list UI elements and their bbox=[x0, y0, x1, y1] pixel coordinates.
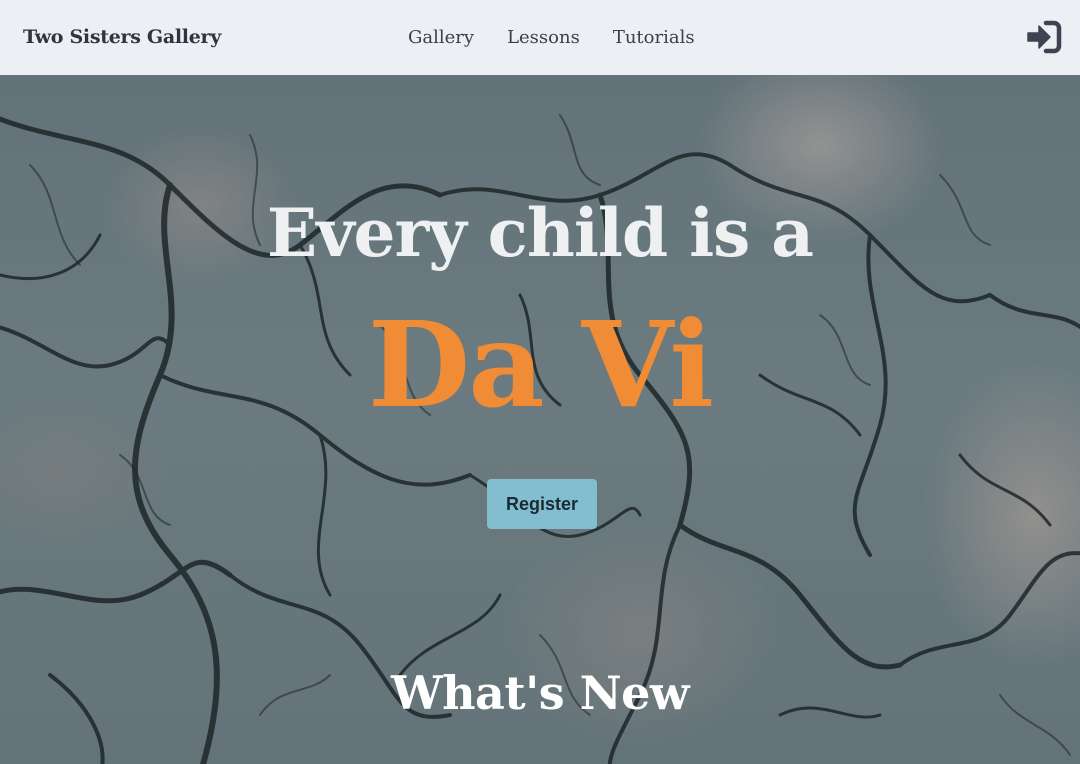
brand-title[interactable]: Two Sisters Gallery bbox=[23, 0, 221, 75]
register-button[interactable]: Register bbox=[487, 479, 597, 529]
page: Two Sisters Gallery Gallery Lessons Tuto… bbox=[0, 0, 1080, 764]
sign-in-icon bbox=[1027, 20, 1062, 54]
hero-content: Every child is a Da Vi Register What's N… bbox=[0, 75, 1080, 764]
sign-in-button[interactable] bbox=[1026, 20, 1062, 54]
main-nav: Gallery Lessons Tutorials bbox=[408, 0, 695, 75]
top-navbar: Two Sisters Gallery Gallery Lessons Tuto… bbox=[0, 0, 1080, 75]
nav-link-lessons[interactable]: Lessons bbox=[507, 27, 580, 48]
nav-link-tutorials[interactable]: Tutorials bbox=[613, 27, 695, 48]
hero-headline: Every child is a bbox=[266, 194, 814, 272]
hero-highlight-text: Da Vi bbox=[367, 295, 714, 434]
nav-link-gallery[interactable]: Gallery bbox=[408, 27, 474, 48]
hero-section: Every child is a Da Vi Register What's N… bbox=[0, 75, 1080, 764]
whats-new-heading: What's New bbox=[390, 666, 690, 720]
